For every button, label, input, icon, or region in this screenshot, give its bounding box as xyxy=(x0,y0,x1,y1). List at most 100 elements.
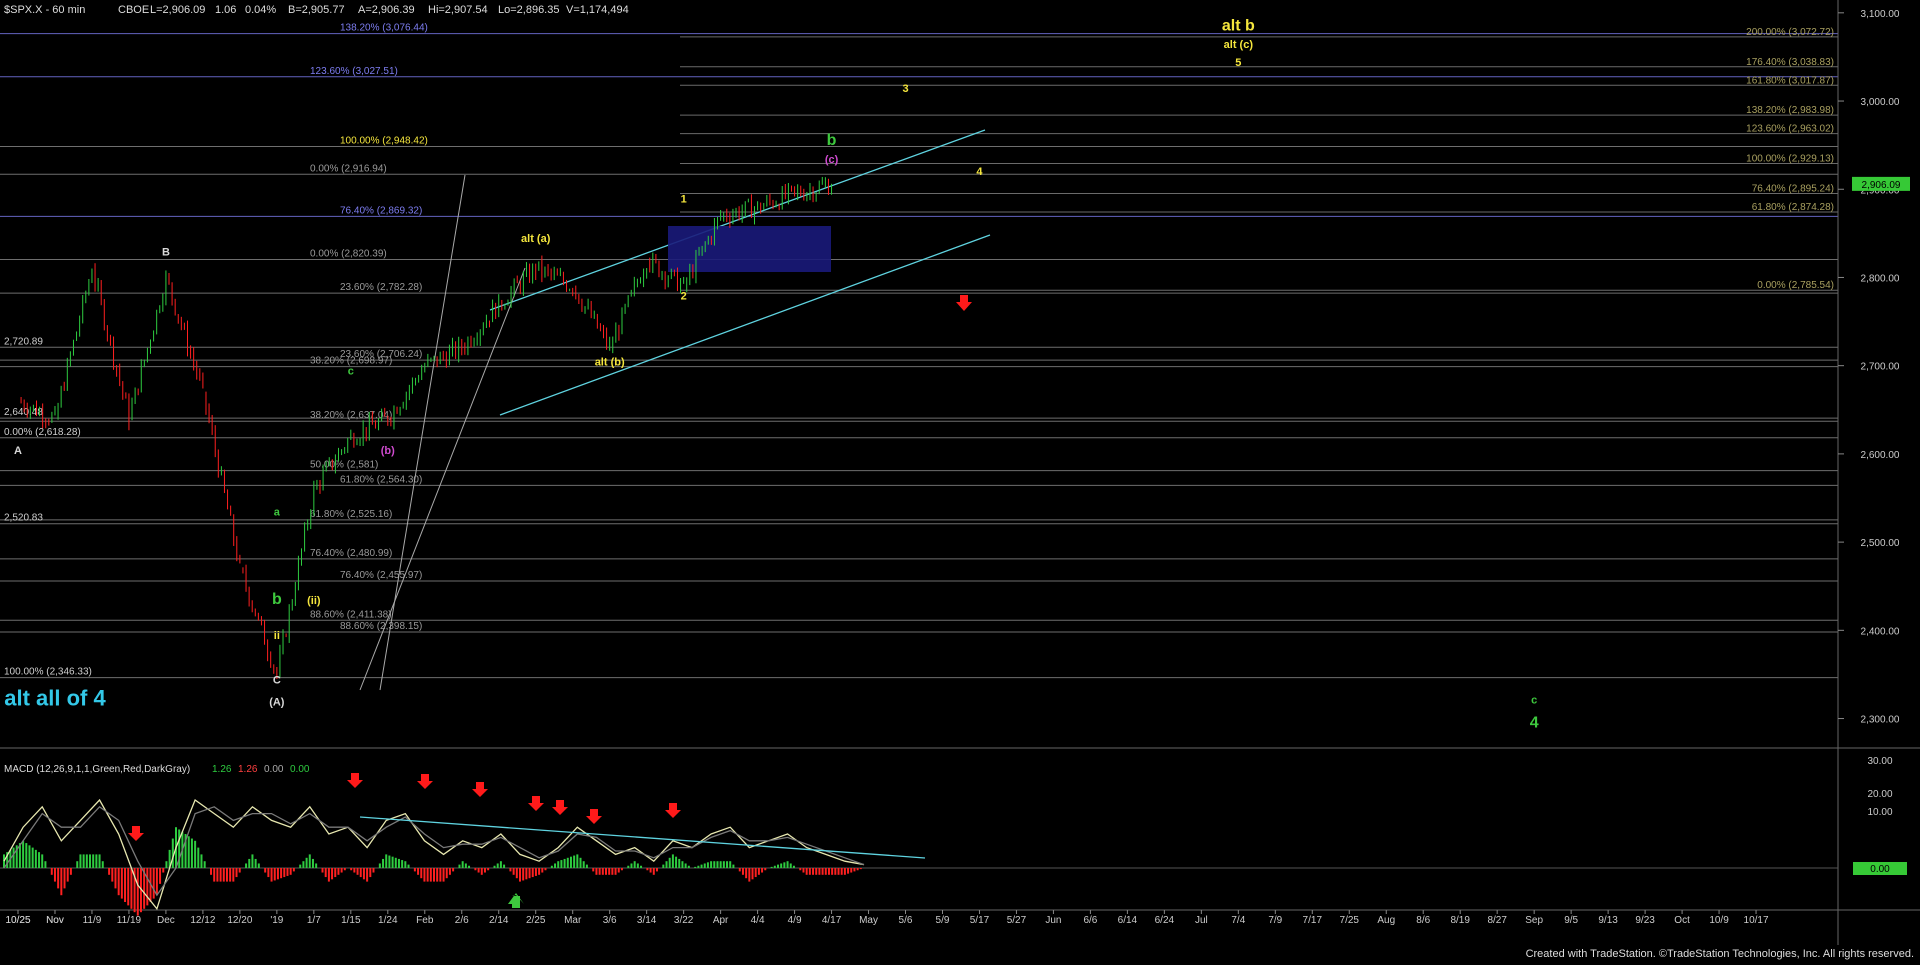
chart-ask: A=2,906.39 xyxy=(358,4,415,16)
y-tick-label: 2,700.00 xyxy=(1861,362,1900,373)
right-fib-label: 176.40% (3,038.83) xyxy=(1746,57,1834,68)
x-tick-label: 2/25 xyxy=(526,915,546,926)
x-tick-label: 5/6 xyxy=(899,915,913,926)
macd-tick-20: 20.00 xyxy=(1867,789,1892,800)
fib-label: 23.60% (2,782.28) xyxy=(340,282,422,293)
chart-change: 1.06 xyxy=(215,4,236,16)
x-tick-label: 3/6 xyxy=(603,915,617,926)
x-tick-label: 11/19 xyxy=(117,915,142,926)
x-tick-label: Oct xyxy=(1674,915,1690,926)
fib-label: 0.00% (2,618.28) xyxy=(4,427,81,438)
chart-last-price: L=2,906.09 xyxy=(150,4,205,16)
x-tick-label: 9/13 xyxy=(1598,915,1618,926)
macd-label: MACD (12,26,9,1,1,Green,Red,DarkGray) xyxy=(4,764,190,775)
y-tick-label: 3,100.00 xyxy=(1861,9,1900,20)
footer-credit: Created with TradeStation. ©TradeStation… xyxy=(1526,948,1914,960)
x-tick-label: Jun xyxy=(1045,915,1061,926)
x-tick-label: 6/14 xyxy=(1118,915,1138,926)
x-tick-label: 5/9 xyxy=(936,915,950,926)
x-tick-label: 11/9 xyxy=(83,915,102,926)
fib-label: 76.40% (2,869.32) xyxy=(340,205,422,216)
current-price-label: 2,906.09 xyxy=(1862,180,1901,191)
x-tick-label: 1/15 xyxy=(341,915,361,926)
wave-label: alt (b) xyxy=(595,357,625,369)
wave-label: 3 xyxy=(902,83,908,95)
x-tick-label: 4/9 xyxy=(788,915,802,926)
fib-label: 138.20% (3,076.44) xyxy=(340,23,428,34)
wave-label: (ii) xyxy=(307,595,321,607)
price-chart-svg: $SPX.X - 60 min CBOE L=2,906.09 1.06 0.0… xyxy=(0,0,1920,960)
macd-value-4: 0.00 xyxy=(290,764,310,775)
wave-label: alt (c) xyxy=(1224,39,1254,51)
x-tick-label: 9/23 xyxy=(1635,915,1655,926)
wave-label: alt all of 4 xyxy=(4,685,106,710)
right-fib-label: 200.00% (3,072.72) xyxy=(1746,27,1834,38)
wave-label: c xyxy=(1531,695,1537,707)
fib-label: 123.60% (3,027.51) xyxy=(310,66,398,77)
x-tick-label: 3/22 xyxy=(674,915,694,926)
wave-label: C xyxy=(273,674,281,686)
x-tick-label: 8/27 xyxy=(1487,915,1507,926)
x-tick-label: 10/25 xyxy=(5,915,30,926)
right-fib-label: 138.20% (2,983.98) xyxy=(1746,105,1834,116)
y-tick-label: 2,600.00 xyxy=(1861,450,1900,461)
x-tick-label: Sep xyxy=(1525,915,1543,926)
right-fib-label: 100.00% (2,929.13) xyxy=(1746,154,1834,165)
x-tick-label: 12/20 xyxy=(227,915,252,926)
y-tick-label: 2,800.00 xyxy=(1861,273,1900,284)
x-tick-label: 8/6 xyxy=(1416,915,1430,926)
x-tick-label: 7/17 xyxy=(1303,915,1323,926)
wave-label: (b) xyxy=(381,445,395,457)
x-tick-label: 6/24 xyxy=(1155,915,1175,926)
chart-low: Lo=2,896.35 xyxy=(498,4,559,16)
wave-label: (A) xyxy=(269,696,285,708)
right-fib-label: 61.80% (2,874.28) xyxy=(1752,202,1834,213)
y-tick-label: 2,300.00 xyxy=(1861,715,1900,726)
wave-label: b xyxy=(272,591,282,608)
wave-label: 5 xyxy=(1235,57,1241,69)
x-tick-label: 12/12 xyxy=(190,915,215,926)
right-fib-label: 123.60% (2,963.02) xyxy=(1746,124,1834,135)
wave-label: 4 xyxy=(1530,714,1539,731)
x-tick-label: 7/9 xyxy=(1268,915,1282,926)
fib-label: 38.20% (2,637.04) xyxy=(310,410,392,421)
x-tick-label: 1/7 xyxy=(307,915,321,926)
chart-exchange: CBOE xyxy=(118,4,149,16)
fib-label: 100.00% (2,346.33) xyxy=(4,667,92,678)
fib-label: 61.80% (2,564.30) xyxy=(340,474,422,485)
x-tick-label: 3/14 xyxy=(637,915,657,926)
x-tick-label: 5/17 xyxy=(970,915,990,926)
x-tick-label: Dec xyxy=(157,915,175,926)
fib-label: 2,520.83 xyxy=(4,513,43,524)
macd-badge-text: 0.00 xyxy=(1870,864,1890,875)
fib-label: 76.40% (2,455.97) xyxy=(340,570,422,581)
x-tick-label: Aug xyxy=(1377,915,1395,926)
wave-label: a xyxy=(274,507,281,519)
fib-label: 50.00% (2,581) xyxy=(310,460,378,471)
fib-label: 0.00% (2,820.39) xyxy=(310,248,387,259)
x-tick-label: 7/4 xyxy=(1231,915,1245,926)
x-tick-label: 4/17 xyxy=(822,915,842,926)
fib-label: 76.40% (2,480.99) xyxy=(310,548,392,559)
y-tick-label: 2,500.00 xyxy=(1861,538,1900,549)
macd-value-3: 0.00 xyxy=(264,764,284,775)
wave-label: 1 xyxy=(681,193,687,205)
right-fib-label: 76.40% (2,895.24) xyxy=(1752,183,1834,194)
y-tick-label: 3,000.00 xyxy=(1861,97,1900,108)
x-tick-label: 10/17 xyxy=(1744,915,1769,926)
wave-label: c xyxy=(348,366,354,378)
x-tick-label: 1/24 xyxy=(378,915,398,926)
macd-value-1: 1.26 xyxy=(212,764,232,775)
fib-label: 88.60% (2,398.15) xyxy=(340,621,422,632)
x-tick-label: Mar xyxy=(564,915,582,926)
wave-label: 2 xyxy=(681,291,687,303)
x-tick-label: 6/6 xyxy=(1083,915,1097,926)
macd-value-2: 1.26 xyxy=(238,764,258,775)
fib-label: 2,720.89 xyxy=(4,336,43,347)
x-tick-label: Feb xyxy=(416,915,434,926)
wave-label: 4 xyxy=(976,166,983,178)
x-tick-label: Nov xyxy=(46,915,64,926)
x-tick-label: 5/27 xyxy=(1007,915,1027,926)
wave-label: alt (a) xyxy=(521,233,551,245)
x-tick-label: '19 xyxy=(270,915,283,926)
